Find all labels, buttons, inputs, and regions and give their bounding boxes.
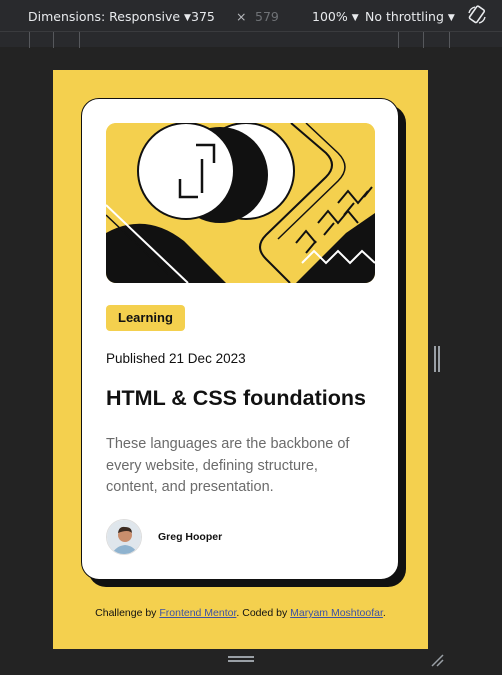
right-resize-handle[interactable] bbox=[434, 346, 441, 372]
media-query-ruler bbox=[0, 31, 502, 48]
author-link[interactable]: Maryam Moshtoofar bbox=[290, 607, 383, 619]
grip-line bbox=[228, 660, 254, 662]
attribution-suffix: . bbox=[382, 607, 386, 619]
ruler-tick bbox=[398, 32, 399, 48]
attribution-prefix: Challenge by bbox=[95, 607, 157, 619]
device-toolbar: Dimensions: Responsive ▼ 375 × 579 100% ▼ … bbox=[0, 0, 502, 31]
caret-down-icon: ▼ bbox=[447, 13, 455, 23]
card-title[interactable]: HTML & CSS foundations bbox=[106, 386, 366, 411]
category-tag: Learning bbox=[106, 305, 185, 331]
blog-preview-card: Learning Published 21 Dec 2023 HTML & CS… bbox=[81, 98, 399, 580]
ruler-tick bbox=[79, 32, 80, 48]
bottom-resize-handle[interactable] bbox=[228, 656, 254, 663]
dimensions-dropdown[interactable]: Dimensions: Responsive ▼ bbox=[28, 9, 191, 24]
author-block: Greg Hooper bbox=[106, 518, 222, 556]
rotate-icon[interactable] bbox=[467, 5, 487, 25]
publish-date: Published 21 Dec 2023 bbox=[106, 351, 246, 366]
ruler-tick bbox=[29, 32, 30, 48]
times-separator: × bbox=[236, 9, 247, 24]
ruler-tick bbox=[53, 32, 54, 48]
zoom-label: 100% bbox=[312, 9, 348, 24]
zoom-dropdown[interactable]: 100% ▼ bbox=[312, 9, 359, 24]
corner-resize-icon[interactable] bbox=[430, 652, 444, 667]
caret-down-icon: ▼ bbox=[351, 13, 359, 23]
author-name: Greg Hooper bbox=[158, 531, 223, 543]
card-description: These languages are the backbone of ever… bbox=[106, 436, 350, 495]
grip-line bbox=[438, 346, 440, 372]
illustration bbox=[106, 123, 375, 283]
throttling-label: No throttling bbox=[365, 9, 444, 24]
dimensions-label: Dimensions: Responsive bbox=[28, 9, 181, 24]
ruler-tick bbox=[423, 32, 424, 48]
width-input[interactable]: 375 bbox=[191, 9, 215, 24]
frontend-mentor-link[interactable]: Frontend Mentor bbox=[159, 607, 236, 619]
throttling-dropdown[interactable]: No throttling ▼ bbox=[365, 9, 455, 24]
ruler-tick bbox=[449, 32, 450, 48]
attribution-middle: . Coded by bbox=[236, 607, 288, 619]
height-input[interactable]: 579 bbox=[255, 9, 279, 24]
avatar bbox=[106, 519, 142, 555]
grip-line bbox=[434, 346, 436, 372]
caret-down-icon: ▼ bbox=[184, 13, 191, 23]
grip-line bbox=[228, 656, 254, 658]
page-viewport: Learning Published 21 Dec 2023 HTML & CS… bbox=[53, 70, 428, 649]
attribution: Challenge by Frontend Mentor. Coded by M… bbox=[53, 607, 428, 619]
